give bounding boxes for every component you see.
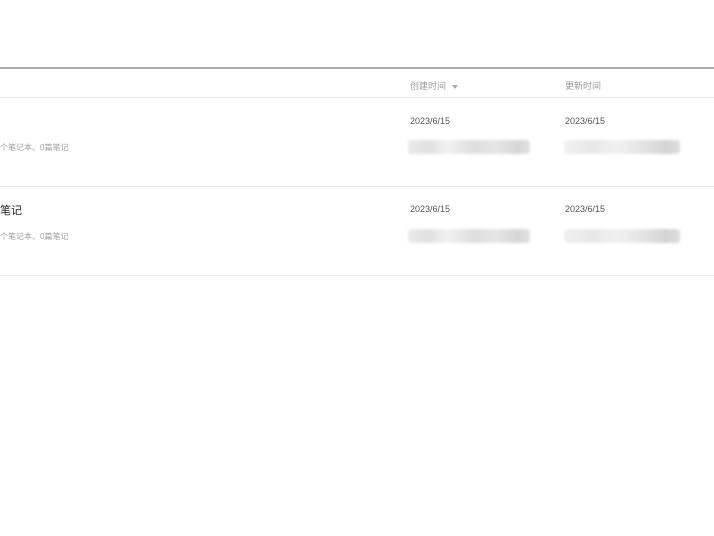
created-time-column-header[interactable]: 创建时间	[410, 79, 459, 92]
updated-date: 2023/6/15	[565, 204, 606, 214]
notebook-count-summary: 个笔记本、0篇笔记	[0, 232, 69, 241]
redacted-updated-time	[564, 140, 680, 154]
notebook-list-page: 创建时间 更新时间 个笔记本、0篇笔记 2023/6/15 2023/6/15 …	[0, 0, 714, 536]
notebook-title[interactable]: 笔记	[0, 202, 22, 218]
redacted-updated-time	[564, 229, 680, 243]
created-date: 2023/6/15	[410, 204, 451, 214]
redacted-created-time	[408, 140, 530, 154]
updated-time-column-header[interactable]: 更新时间	[565, 79, 601, 92]
updated-time-header-label: 更新时间	[565, 81, 602, 91]
created-time-header-label: 创建时间	[410, 81, 447, 91]
redacted-created-time	[408, 229, 530, 243]
table-header: 创建时间 更新时间	[0, 67, 714, 98]
created-date: 2023/6/15	[410, 116, 451, 126]
notebook-count-summary: 个笔记本、0篇笔记	[0, 143, 69, 152]
sort-caret-down-icon[interactable]	[452, 84, 459, 89]
updated-date: 2023/6/15	[565, 116, 606, 126]
